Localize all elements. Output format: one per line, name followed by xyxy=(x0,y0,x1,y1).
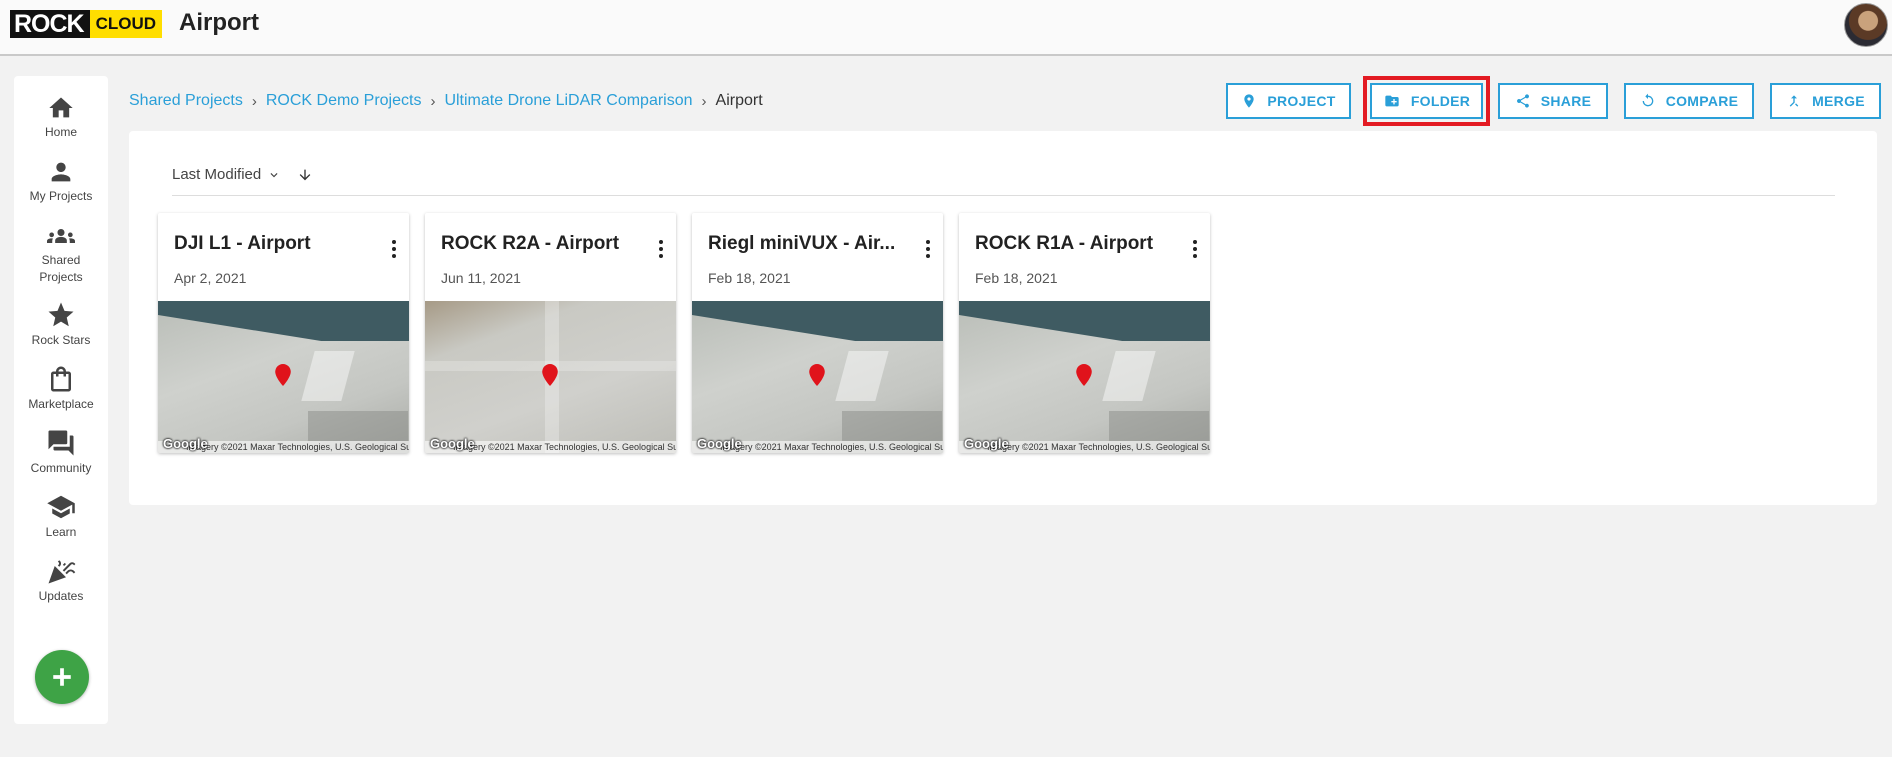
merge-icon xyxy=(1789,95,1799,107)
sidebar-item-label: Marketplace xyxy=(28,397,94,411)
celebration-icon xyxy=(48,560,76,584)
sort-bar: Last Modified xyxy=(172,166,1835,196)
map-pin-marker xyxy=(542,364,558,386)
project-card[interactable]: Riegl miniVUX - Air... Feb 18, 2021 Imag… xyxy=(692,213,943,453)
card-title: DJI L1 - Airport xyxy=(174,233,311,254)
google-logo: Google xyxy=(430,436,475,451)
map-pin-icon xyxy=(1244,94,1255,108)
share-button-label: SHARE xyxy=(1540,93,1592,109)
card-date: Feb 18, 2021 xyxy=(708,270,791,286)
rock-cloud-logo[interactable]: ROCK CLOUD xyxy=(10,10,163,38)
sort-direction-toggle[interactable] xyxy=(297,166,313,189)
new-folder-icon xyxy=(1385,95,1399,107)
google-logo: Google xyxy=(697,436,742,451)
add-folder-button-label: FOLDER xyxy=(1410,93,1471,109)
action-toolbar: PROJECT FOLDER SHARE COMPARE MERGE xyxy=(0,76,1892,126)
share-button[interactable]: SHARE xyxy=(1498,83,1608,119)
sidebar-item-my-projects[interactable]: My Projects xyxy=(14,158,108,205)
more-vert-icon[interactable] xyxy=(925,239,931,259)
more-vert-icon[interactable] xyxy=(391,239,397,259)
sort-select[interactable]: Last Modified xyxy=(172,166,281,183)
top-bar: ROCK CLOUD Airport xyxy=(0,0,1892,56)
compare-icon xyxy=(1642,93,1654,107)
add-project-button[interactable]: PROJECT xyxy=(1226,83,1351,119)
map-thumbnail: Imagery ©2021 Maxar Technologies, U.S. G… xyxy=(158,301,409,453)
card-date: Jun 11, 2021 xyxy=(441,270,521,286)
more-vert-icon[interactable] xyxy=(658,239,664,259)
content-panel: Last Modified DJI L1 - Airport Apr 2, 20… xyxy=(129,131,1877,505)
google-logo: Google xyxy=(964,436,1009,451)
project-card[interactable]: ROCK R1A - Airport Feb 18, 2021 Imagery … xyxy=(959,213,1210,453)
map-pin-marker xyxy=(1076,364,1092,386)
sidebar-item-label: Home xyxy=(44,125,77,139)
logo-rock-text: ROCK xyxy=(10,10,90,38)
map-thumbnail: Imagery ©2021 Maxar Technologies, U.S. G… xyxy=(959,301,1210,453)
forum-icon xyxy=(48,430,74,456)
sidebar-item-shared-projects[interactable]: Shared Projects xyxy=(14,222,108,286)
merge-button-label: MERGE xyxy=(1812,93,1865,109)
sidebar-item-updates[interactable]: Updates xyxy=(14,556,108,605)
sidebar-item-label: Updates xyxy=(38,589,84,603)
project-card[interactable]: ROCK R2A - Airport Jun 11, 2021 Imagery … xyxy=(425,213,676,453)
school-icon xyxy=(47,495,75,519)
map-thumbnail: Imagery ©2021 Maxar Technologies, U.S. G… xyxy=(692,301,943,453)
card-title: ROCK R1A - Airport xyxy=(975,233,1154,254)
add-project-button-label: PROJECT xyxy=(1267,93,1336,109)
merge-button[interactable]: MERGE xyxy=(1770,83,1881,119)
sidebar-item-label: Shared Projects xyxy=(39,253,83,284)
card-date: Apr 2, 2021 xyxy=(174,270,247,286)
sidebar-item-rock-stars[interactable]: Rock Stars xyxy=(14,300,108,349)
sidebar: Home My Projects Shared Projects Rock St… xyxy=(14,76,108,724)
plus-icon xyxy=(53,668,71,686)
map-thumbnail: Imagery ©2021 Maxar Technologies, U.S. G… xyxy=(425,301,676,453)
person-icon xyxy=(51,162,71,182)
project-card[interactable]: DJI L1 - Airport Apr 2, 2021 Imagery ©20… xyxy=(158,213,409,453)
sidebar-item-label: Community xyxy=(30,461,92,475)
logo-cloud-text: CLOUD xyxy=(89,10,163,38)
add-folder-button[interactable]: FOLDER xyxy=(1363,76,1490,126)
sidebar-item-label: Learn xyxy=(45,525,77,539)
map-pin-marker xyxy=(809,364,825,386)
map-pin-marker xyxy=(275,364,291,386)
compare-button[interactable]: COMPARE xyxy=(1624,83,1754,119)
user-avatar[interactable] xyxy=(1844,3,1888,47)
google-logo: Google xyxy=(163,436,208,451)
group-icon xyxy=(47,229,75,243)
card-title: ROCK R2A - Airport xyxy=(441,233,620,254)
sidebar-item-marketplace[interactable]: Marketplace xyxy=(14,364,108,413)
sidebar-item-label: My Projects xyxy=(29,189,93,203)
sidebar-item-learn[interactable]: Learn xyxy=(14,492,108,541)
page-title: Airport xyxy=(179,9,259,36)
compare-button-label: COMPARE xyxy=(1665,93,1739,109)
card-date: Feb 18, 2021 xyxy=(975,270,1058,286)
share-icon xyxy=(1516,94,1529,108)
sidebar-item-label: Rock Stars xyxy=(31,333,91,347)
add-button[interactable] xyxy=(35,650,89,704)
star-icon xyxy=(48,302,74,327)
sort-label: Last Modified xyxy=(172,166,262,183)
sidebar-item-community[interactable]: Community xyxy=(14,428,108,477)
shopping-bag-icon xyxy=(51,366,71,392)
arrow-down-icon xyxy=(299,169,311,181)
card-title: Riegl miniVUX - Air... xyxy=(708,233,896,254)
more-vert-icon[interactable] xyxy=(1192,239,1198,259)
chevron-down-icon xyxy=(270,172,278,177)
